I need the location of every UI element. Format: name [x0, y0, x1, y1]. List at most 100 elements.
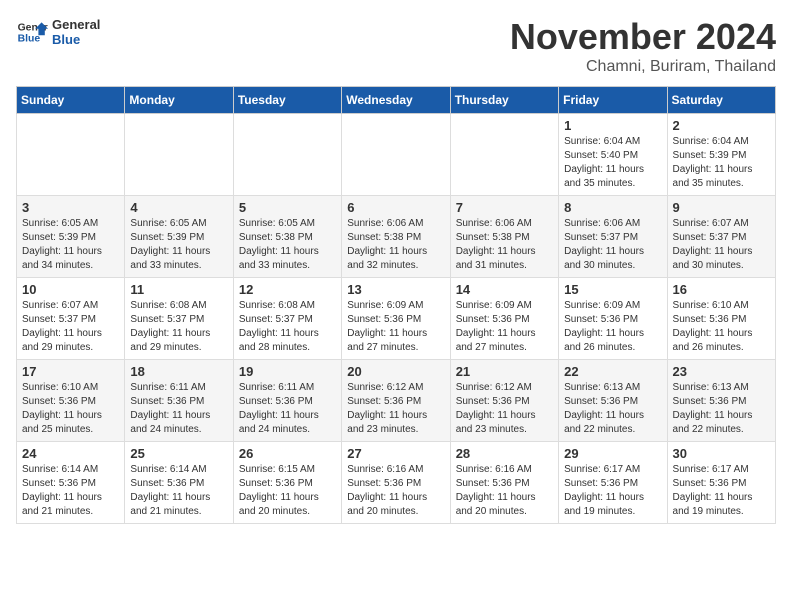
day-cell: 17Sunrise: 6:10 AM Sunset: 5:36 PM Dayli… [17, 360, 125, 442]
day-cell: 10Sunrise: 6:07 AM Sunset: 5:37 PM Dayli… [17, 278, 125, 360]
logo: General Blue General Blue [16, 16, 100, 48]
day-cell: 14 Sunrise: 6:09 AM Sunset: 5:36 PM Dayli… [450, 278, 558, 360]
day-info: Sunrise: 6:14 AM Sunset: 5:36 PM Dayligh… [22, 463, 119, 519]
weekday-header-tuesday: Tuesday [233, 87, 341, 114]
logo-line2: Blue [52, 32, 100, 47]
day-number: 20 [347, 364, 444, 379]
day-cell: 9 Sunrise: 6:07 AM Sunset: 5:37 PM Daylig… [667, 196, 775, 278]
day-info: Sunrise: 6:17 AM Sunset: 5:36 PM Dayligh… [673, 463, 770, 519]
day-cell [125, 114, 233, 196]
svg-text:Blue: Blue [18, 34, 41, 45]
day-number: 4 [130, 200, 227, 215]
day-cell [17, 114, 125, 196]
day-cell: 15 Sunrise: 6:09 AM Sunset: 5:36 PM Dayli… [559, 278, 667, 360]
day-cell: 8 Sunrise: 6:06 AM Sunset: 5:37 PM Daylig… [559, 196, 667, 278]
day-number: 17 [22, 364, 119, 379]
day-info: Sunrise: 6:12 AM Sunset: 5:36 PM Dayligh… [456, 381, 553, 437]
week-row-3: 17Sunrise: 6:10 AM Sunset: 5:36 PM Dayli… [17, 360, 776, 442]
day-number: 23 [673, 364, 770, 379]
day-cell: 23 Sunrise: 6:13 AM Sunset: 5:36 PM Dayli… [667, 360, 775, 442]
week-row-1: 3 Sunrise: 6:05 AM Sunset: 5:39 PM Daylig… [17, 196, 776, 278]
day-number: 29 [564, 446, 661, 461]
day-cell: 19 Sunrise: 6:11 AM Sunset: 5:36 PM Dayli… [233, 360, 341, 442]
weekday-header-thursday: Thursday [450, 87, 558, 114]
day-number: 21 [456, 364, 553, 379]
day-cell: 29Sunrise: 6:17 AM Sunset: 5:36 PM Dayli… [559, 442, 667, 524]
day-cell [342, 114, 450, 196]
day-cell: 26 Sunrise: 6:15 AM Sunset: 5:36 PM Dayli… [233, 442, 341, 524]
day-cell: 24 Sunrise: 6:14 AM Sunset: 5:36 PM Dayli… [17, 442, 125, 524]
day-info: Sunrise: 6:13 AM Sunset: 5:36 PM Dayligh… [673, 381, 770, 437]
day-number: 11 [130, 282, 227, 297]
day-number: 27 [347, 446, 444, 461]
day-info: Sunrise: 6:04 AM Sunset: 5:39 PM Dayligh… [673, 135, 770, 191]
weekday-header-saturday: Saturday [667, 87, 775, 114]
day-info: Sunrise: 6:06 AM Sunset: 5:38 PM Dayligh… [347, 217, 444, 273]
day-info: Sunrise: 6:13 AM Sunset: 5:36 PM Dayligh… [564, 381, 661, 437]
weekday-header-monday: Monday [125, 87, 233, 114]
day-info: Sunrise: 6:14 AM Sunset: 5:36 PM Dayligh… [130, 463, 227, 519]
day-number: 10 [22, 282, 119, 297]
day-number: 6 [347, 200, 444, 215]
day-number: 8 [564, 200, 661, 215]
location-title: Chamni, Buriram, Thailand [510, 58, 776, 76]
weekday-header-friday: Friday [559, 87, 667, 114]
day-number: 3 [22, 200, 119, 215]
day-cell: 4Sunrise: 6:05 AM Sunset: 5:39 PM Daylig… [125, 196, 233, 278]
day-info: Sunrise: 6:11 AM Sunset: 5:36 PM Dayligh… [130, 381, 227, 437]
day-number: 9 [673, 200, 770, 215]
day-info: Sunrise: 6:07 AM Sunset: 5:37 PM Dayligh… [673, 217, 770, 273]
day-info: Sunrise: 6:08 AM Sunset: 5:37 PM Dayligh… [239, 299, 336, 355]
day-cell: 30 Sunrise: 6:17 AM Sunset: 5:36 PM Dayli… [667, 442, 775, 524]
calendar-body: 1 Sunrise: 6:04 AM Sunset: 5:40 PM Daylig… [17, 114, 776, 524]
weekday-header-row: SundayMondayTuesdayWednesdayThursdayFrid… [17, 87, 776, 114]
day-number: 25 [130, 446, 227, 461]
day-info: Sunrise: 6:09 AM Sunset: 5:36 PM Dayligh… [564, 299, 661, 355]
day-number: 30 [673, 446, 770, 461]
month-title: November 2024 [510, 16, 776, 58]
day-number: 19 [239, 364, 336, 379]
day-info: Sunrise: 6:04 AM Sunset: 5:40 PM Dayligh… [564, 135, 661, 191]
day-info: Sunrise: 6:10 AM Sunset: 5:36 PM Dayligh… [673, 299, 770, 355]
week-row-0: 1 Sunrise: 6:04 AM Sunset: 5:40 PM Daylig… [17, 114, 776, 196]
day-info: Sunrise: 6:05 AM Sunset: 5:38 PM Dayligh… [239, 217, 336, 273]
day-number: 28 [456, 446, 553, 461]
day-cell: 25 Sunrise: 6:14 AM Sunset: 5:36 PM Dayli… [125, 442, 233, 524]
week-row-4: 24 Sunrise: 6:14 AM Sunset: 5:36 PM Dayli… [17, 442, 776, 524]
day-info: Sunrise: 6:06 AM Sunset: 5:37 PM Dayligh… [564, 217, 661, 273]
day-number: 14 [456, 282, 553, 297]
day-number: 16 [673, 282, 770, 297]
day-number: 15 [564, 282, 661, 297]
day-number: 18 [130, 364, 227, 379]
day-number: 24 [22, 446, 119, 461]
day-cell: 21 Sunrise: 6:12 AM Sunset: 5:36 PM Dayli… [450, 360, 558, 442]
day-cell: 13Sunrise: 6:09 AM Sunset: 5:36 PM Dayli… [342, 278, 450, 360]
day-cell: 16 Sunrise: 6:10 AM Sunset: 5:36 PM Dayli… [667, 278, 775, 360]
day-info: Sunrise: 6:05 AM Sunset: 5:39 PM Dayligh… [22, 217, 119, 273]
day-info: Sunrise: 6:11 AM Sunset: 5:36 PM Dayligh… [239, 381, 336, 437]
day-number: 26 [239, 446, 336, 461]
day-info: Sunrise: 6:09 AM Sunset: 5:36 PM Dayligh… [456, 299, 553, 355]
day-cell: 27 Sunrise: 6:16 AM Sunset: 5:36 PM Dayli… [342, 442, 450, 524]
day-info: Sunrise: 6:12 AM Sunset: 5:36 PM Dayligh… [347, 381, 444, 437]
logo-line1: General [52, 17, 100, 32]
day-cell: 7Sunrise: 6:06 AM Sunset: 5:38 PM Daylig… [450, 196, 558, 278]
day-info: Sunrise: 6:08 AM Sunset: 5:37 PM Dayligh… [130, 299, 227, 355]
day-cell: 3 Sunrise: 6:05 AM Sunset: 5:39 PM Daylig… [17, 196, 125, 278]
day-info: Sunrise: 6:16 AM Sunset: 5:36 PM Dayligh… [456, 463, 553, 519]
day-number: 2 [673, 118, 770, 133]
logo-icon: General Blue [16, 16, 48, 48]
weekday-header-wednesday: Wednesday [342, 87, 450, 114]
header: General Blue General Blue November 2024 … [16, 16, 776, 76]
day-info: Sunrise: 6:06 AM Sunset: 5:38 PM Dayligh… [456, 217, 553, 273]
day-cell: 2 Sunrise: 6:04 AM Sunset: 5:39 PM Daylig… [667, 114, 775, 196]
day-cell: 1 Sunrise: 6:04 AM Sunset: 5:40 PM Daylig… [559, 114, 667, 196]
day-info: Sunrise: 6:15 AM Sunset: 5:36 PM Dayligh… [239, 463, 336, 519]
day-number: 1 [564, 118, 661, 133]
title-area: November 2024 Chamni, Buriram, Thailand [510, 16, 776, 76]
weekday-header-sunday: Sunday [17, 87, 125, 114]
day-cell: 5Sunrise: 6:05 AM Sunset: 5:38 PM Daylig… [233, 196, 341, 278]
day-cell: 20 Sunrise: 6:12 AM Sunset: 5:36 PM Dayli… [342, 360, 450, 442]
day-info: Sunrise: 6:16 AM Sunset: 5:36 PM Dayligh… [347, 463, 444, 519]
day-cell [233, 114, 341, 196]
